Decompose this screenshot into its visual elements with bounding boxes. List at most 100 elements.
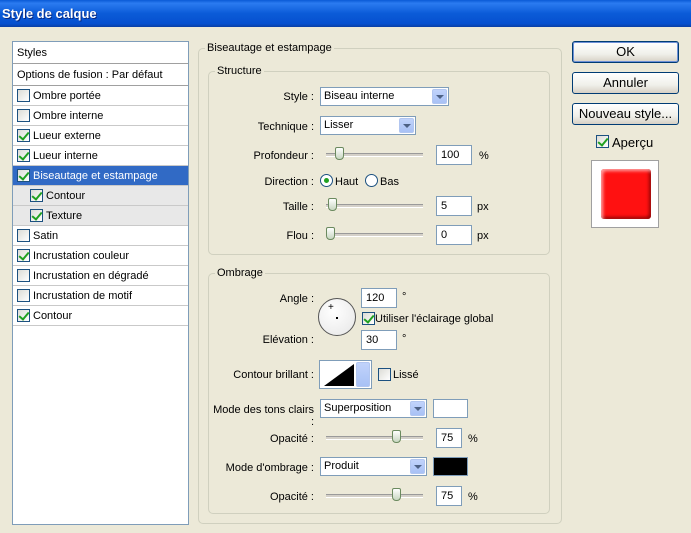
- style-select-value: Biseau interne: [324, 90, 395, 102]
- style-item-label: Biseautage et estampage: [33, 170, 158, 182]
- highlight-color-swatch[interactable]: [433, 399, 468, 418]
- style-item[interactable]: Satin: [13, 226, 188, 246]
- style-item[interactable]: Incrustation couleur: [13, 246, 188, 266]
- style-item[interactable]: Texture: [13, 206, 188, 226]
- style-item-checkbox[interactable]: [17, 289, 30, 302]
- shadow-opacity-thumb[interactable]: [392, 488, 401, 501]
- contour-preview-icon: [324, 364, 354, 386]
- style-item[interactable]: Incrustation de motif: [13, 286, 188, 306]
- angle-label: Angle :: [279, 293, 314, 305]
- styles-header[interactable]: Styles: [13, 42, 188, 64]
- shading-groupbox: [208, 273, 550, 514]
- highlight-mode-label: Mode des tons clairs :: [213, 404, 314, 428]
- new-style-button[interactable]: Nouveau style...: [572, 103, 679, 125]
- highlight-mode-select[interactable]: Superposition: [320, 399, 427, 418]
- highlight-opacity-input[interactable]: 75: [436, 428, 462, 448]
- highlight-opacity-thumb[interactable]: [392, 430, 401, 443]
- soften-slider-thumb[interactable]: [326, 227, 335, 240]
- bevel-section-title: Biseautage et estampage: [205, 42, 334, 54]
- style-item[interactable]: Ombre interne: [13, 106, 188, 126]
- depth-input[interactable]: 100: [436, 145, 472, 165]
- style-item[interactable]: Ombre portée: [13, 86, 188, 106]
- style-item-checkbox[interactable]: [17, 269, 30, 282]
- altitude-label: Elévation :: [262, 334, 314, 346]
- style-item-label: Contour: [33, 310, 73, 322]
- style-item-label: Satin: [33, 230, 59, 242]
- size-slider-thumb[interactable]: [327, 198, 337, 211]
- size-unit: px: [477, 201, 489, 213]
- angle-center-dot: [336, 317, 338, 319]
- direction-up-radio[interactable]: [320, 174, 333, 187]
- highlight-opacity-label: Opacité :: [269, 433, 314, 445]
- gloss-contour-label: Contour brillant :: [233, 369, 314, 381]
- style-item-checkbox[interactable]: [17, 129, 30, 142]
- style-select[interactable]: Biseau interne: [320, 87, 449, 106]
- depth-label: Profondeur :: [253, 150, 314, 162]
- altitude-input[interactable]: 30: [361, 330, 397, 350]
- angle-unit: °: [402, 291, 407, 303]
- depth-unit: %: [479, 150, 489, 162]
- style-item[interactable]: Lueur interne: [13, 146, 188, 166]
- technique-select-value: Lisser: [324, 119, 354, 131]
- style-item-label: Lueur externe: [33, 130, 101, 142]
- style-item-checkbox[interactable]: [17, 249, 30, 262]
- style-item[interactable]: Contour: [13, 186, 188, 206]
- style-item-label: Texture: [46, 210, 83, 222]
- style-item-checkbox[interactable]: [30, 209, 43, 222]
- style-item[interactable]: Lueur externe: [13, 126, 188, 146]
- technique-label: Technique :: [257, 121, 314, 133]
- chevron-down-icon: [432, 89, 447, 104]
- style-item[interactable]: Biseautage et estampage: [13, 166, 188, 186]
- styles-header-label: Styles: [17, 47, 47, 59]
- highlight-opacity-slider[interactable]: [326, 436, 423, 440]
- shadow-opacity-slider[interactable]: [326, 494, 423, 498]
- style-item-checkbox[interactable]: [17, 109, 30, 122]
- global-light-checkbox[interactable]: [362, 312, 375, 325]
- global-light-label: Utiliser l'éclairage global: [375, 313, 494, 325]
- style-item-checkbox[interactable]: [17, 89, 30, 102]
- gloss-contour-picker[interactable]: [319, 360, 372, 389]
- blending-options-label: Options de fusion : Par défaut: [17, 69, 163, 81]
- direction-label: Direction :: [264, 176, 314, 188]
- style-item-label: Contour: [46, 190, 86, 202]
- style-item-label: Incrustation couleur: [33, 250, 129, 262]
- soften-slider[interactable]: [326, 233, 423, 237]
- ok-button[interactable]: OK: [572, 41, 679, 63]
- technique-select[interactable]: Lisser: [320, 116, 416, 135]
- style-item-checkbox[interactable]: [17, 149, 30, 162]
- chevron-down-icon: [356, 362, 370, 387]
- preview-label: Aperçu: [612, 135, 654, 150]
- style-item[interactable]: Contour: [13, 306, 188, 326]
- direction-up-label: Haut: [335, 176, 359, 188]
- window-title: Style de calque: [0, 0, 691, 27]
- depth-slider-thumb[interactable]: [334, 147, 344, 160]
- size-input[interactable]: 5: [436, 196, 472, 216]
- style-item-checkbox[interactable]: [17, 169, 30, 182]
- soften-input[interactable]: 0: [436, 225, 472, 245]
- direction-down-radio[interactable]: [365, 174, 378, 187]
- styles-list: Styles Options de fusion : Par défaut Om…: [12, 41, 189, 525]
- style-item-checkbox[interactable]: [17, 229, 30, 242]
- blending-options-item[interactable]: Options de fusion : Par défaut: [13, 64, 188, 86]
- shadow-opacity-input[interactable]: 75: [436, 486, 462, 506]
- soften-unit: px: [477, 230, 489, 242]
- preview-checkbox[interactable]: [596, 135, 609, 148]
- angle-input[interactable]: 120: [361, 288, 397, 308]
- shadow-opacity-label: Opacité :: [269, 491, 314, 503]
- size-slider[interactable]: [326, 204, 423, 208]
- shadow-mode-select[interactable]: Produit: [320, 457, 427, 476]
- chevron-down-icon: [410, 459, 425, 474]
- shadow-color-swatch[interactable]: [433, 457, 468, 476]
- shading-title: Ombrage: [215, 267, 265, 279]
- cancel-button[interactable]: Annuler: [572, 72, 679, 94]
- style-item-label: Ombre portée: [33, 90, 101, 102]
- direction-down-label: Bas: [380, 176, 399, 188]
- style-item-label: Incrustation de motif: [33, 290, 133, 302]
- style-item[interactable]: Incrustation en dégradé: [13, 266, 188, 286]
- style-item-checkbox[interactable]: [17, 309, 30, 322]
- structure-title: Structure: [215, 65, 264, 77]
- angle-dial[interactable]: +: [318, 298, 356, 336]
- antialiased-checkbox[interactable]: [378, 368, 391, 381]
- shadow-opacity-unit: %: [468, 491, 478, 503]
- style-item-checkbox[interactable]: [30, 189, 43, 202]
